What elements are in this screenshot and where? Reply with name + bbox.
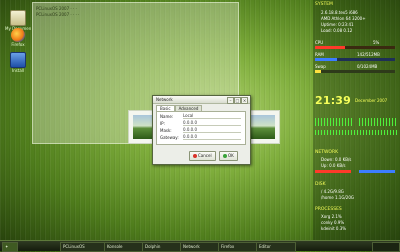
settings-panel: Name: Local IP: 0.0.0.0 Mask: 0.0.0.0 Ga… [156,111,246,145]
firefox-icon [11,28,25,42]
ram-label: RAM [315,52,324,57]
taskbar: ✦ PCLinuxOS Konsole Dolphin Network Fire… [0,240,400,252]
field-label: Name: [160,114,174,119]
name-field[interactable]: Local [183,114,241,119]
memory-graph [359,118,397,126]
process-line: kdeinit 0.3% [321,226,347,231]
network-dialog: Network – □ × Basic Advanced Name: Local … [152,95,251,165]
disk-section-header: DISK [315,182,326,187]
panel-line: PCLinuxOS 2007 · · · [36,6,77,11]
download-bar [315,170,351,173]
swap-bar-track [315,70,395,73]
swap-label: Swap [315,64,326,69]
process-line: conky 0.9% [321,220,345,225]
desktop-icon-firefox[interactable]: Firefox [5,28,31,47]
panel-line: PCLinuxOS 2007 · · · · [36,12,80,17]
load-graph [315,130,397,135]
cpu-label: CPU [315,40,324,45]
upload-bar [359,170,395,173]
network-section-header: NETWORK [315,150,339,155]
taskbar-item[interactable]: Konsole [104,242,144,252]
cancel-icon [193,154,197,158]
mask-field[interactable]: 0.0.0.0 [183,128,241,133]
installer-icon [10,52,26,68]
field-label: Mask: [160,128,172,133]
dialog-titlebar[interactable]: Network – □ × [153,96,250,104]
dialog-title: Network [156,97,173,102]
swap-value: 0/1024MB [357,64,378,69]
system-line: Load: 0.08 0.12 [321,28,353,33]
system-line: Uptime: 0:23:41 [321,22,354,27]
clock: 21:39 [315,94,352,107]
taskbar-item[interactable]: Editor [256,242,296,252]
system-section-header: SYSTEM [315,2,333,7]
start-menu-icon[interactable]: ✦ [2,242,18,252]
cpu-bar-fill [315,46,345,49]
system-line: 2.6.18.8.tex5 i686 [321,10,358,15]
cpu-graph [315,118,353,126]
taskbar-item[interactable]: Dolphin [142,242,182,252]
system-line: AMD Athlon 64 3200+ [321,16,366,21]
net-line: Up: 0.0 KB/s [321,163,346,168]
taskbar-item[interactable]: Network [180,242,220,252]
cpu-value: 5% [373,40,380,45]
system-tray[interactable] [372,242,400,252]
ram-value: 142/512MB [357,52,380,57]
ok-icon [223,154,227,158]
swap-bar-fill [315,70,321,73]
process-section-header: PROCESSES [315,207,342,212]
system-monitor-sidebar: SYSTEM 2.6.18.8.tex5 i686 AMD Athlon 64 … [313,0,400,250]
field-label: IP: [160,121,165,126]
ok-button-label: OK [228,153,234,158]
taskbar-item[interactable]: Firefox [218,242,258,252]
cancel-button[interactable]: Cancel [189,151,216,161]
taskbar-item[interactable]: PCLinuxOS [60,242,106,252]
ok-button[interactable]: OK [219,151,238,161]
gateway-field[interactable]: 0.0.0.0 [183,135,241,140]
minimize-icon[interactable]: – [227,97,234,104]
cancel-button-label: Cancel [198,153,212,158]
date-text: December 2007 [355,98,388,103]
net-line: Down: 0.0 KB/s [321,157,352,162]
desktop-icon-label: Firefox [11,42,25,47]
maximize-icon[interactable]: □ [234,97,241,104]
process-line: Xorg 2.1% [321,214,342,219]
desktop-icon-install[interactable]: Install [5,52,31,73]
disk-line: /home 1.1G/20G [321,195,354,200]
folder-icon [10,10,26,26]
desktop-icon-label: Install [11,68,25,73]
ram-bar-fill [315,58,337,61]
field-label: Gateway: [160,135,179,140]
disk-line: / 4.2G/9.8G [321,189,344,194]
ip-field[interactable]: 0.0.0.0 [183,121,241,126]
close-icon[interactable]: × [241,97,248,104]
